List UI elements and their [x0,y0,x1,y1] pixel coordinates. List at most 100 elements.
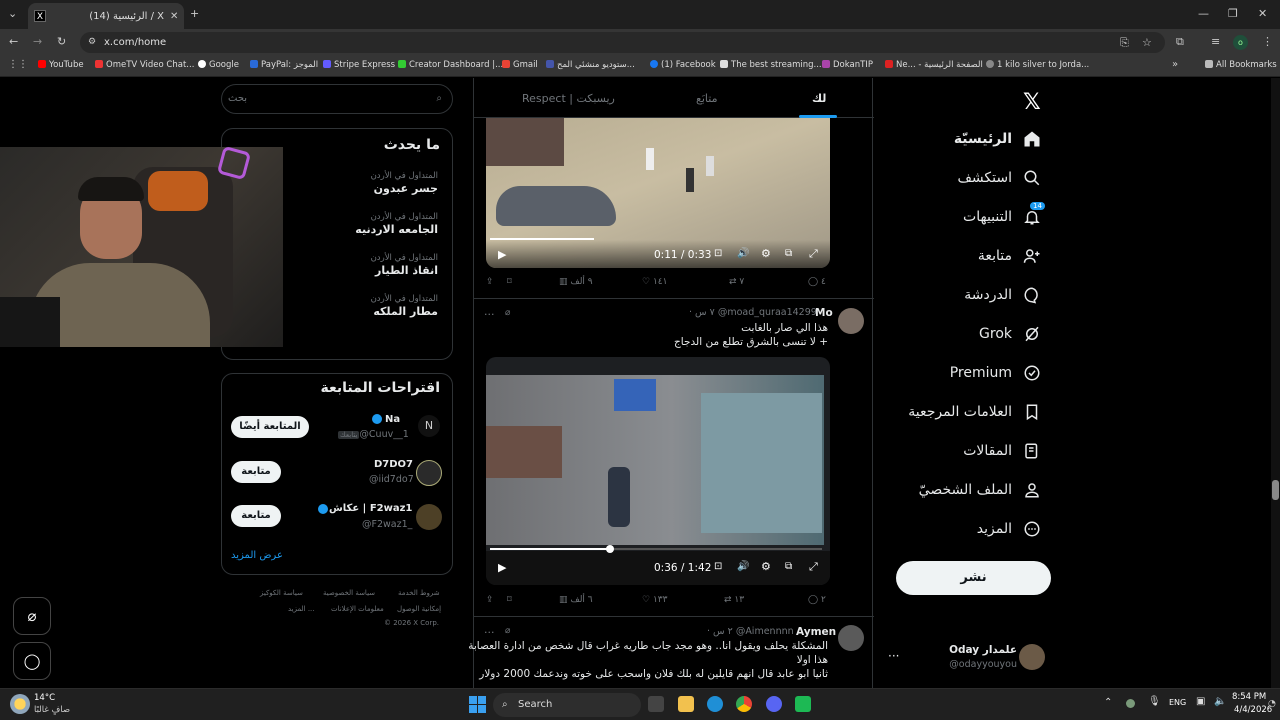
volume-icon[interactable]: 🔊 [737,561,749,572]
footer-link[interactable]: معلومات الإعلانات [331,605,384,613]
profile-avatar[interactable]: o [1233,35,1248,50]
account-menu-icon[interactable]: ··· [888,649,899,663]
bookmark-google[interactable]: Google [198,60,239,70]
more-bookmarks-icon[interactable]: » [1172,59,1178,70]
grok-icon[interactable]: ⌀ [505,308,510,318]
windows-start-icon[interactable] [469,696,486,713]
captions-icon[interactable]: ⊡ [714,248,722,259]
tab-list-icon[interactable]: ⌄ [8,7,17,20]
footer-link[interactable]: سياسة الخصوصية [323,589,375,597]
bookmark-star-icon[interactable]: ☆ [1142,32,1152,53]
all-bookmarks[interactable]: All Bookmarks [1205,60,1277,70]
tray-app-icon[interactable] [1126,699,1135,708]
follow-back-button[interactable]: المتابعة أيضًا [231,416,309,438]
nav-notifications[interactable]: 14 التنبيهات [963,202,1045,229]
tray-overflow-icon[interactable]: ⌃ [1104,697,1112,708]
wtf-name[interactable]: عكاش | F2waz1 [329,503,412,514]
apps-grid-icon[interactable]: ⋮⋮ [8,59,28,70]
avatar[interactable] [416,460,442,486]
grok-float-icon[interactable]: ⌀ [13,597,51,635]
reload-icon[interactable]: ↻ [57,35,66,48]
volume-icon[interactable]: 🔈 [1214,696,1226,707]
weather-icon[interactable] [10,694,30,714]
post-button[interactable]: نشر [896,561,1051,595]
bookmark-silver[interactable]: 1 kilo silver to Jorda... [986,60,1089,70]
wtf-name[interactable]: D7DO7 [374,459,413,470]
share-icon[interactable]: ⇪ [486,277,494,287]
video-progress[interactable] [490,548,610,550]
scrollbar[interactable] [1271,78,1280,688]
bookmark-news[interactable]: Ne... - الصفحة الرئيسية [885,60,983,70]
search-input[interactable]: بحث ⌕ [221,84,453,114]
nav-explore[interactable]: استكشف [957,166,1042,190]
minimize-icon[interactable]: — [1198,7,1209,20]
install-icon[interactable]: ⎘ [1120,32,1129,53]
notifications-icon[interactable]: ◔ [1268,699,1276,709]
footer-link[interactable]: إمكانية الوصول [397,605,441,613]
x-logo-icon[interactable]: 𝕏 [1023,90,1041,115]
bookmark-icon[interactable]: ⌑ [507,595,512,605]
tweet-author[interactable]: Aymen [796,626,836,638]
menu-icon[interactable]: ⋮ [1262,35,1273,48]
trend-item[interactable]: الجامعه الاردنيه [355,223,438,236]
play-icon[interactable]: ▶ [498,248,506,261]
captions-icon[interactable]: ⊡ [714,561,722,572]
bookmark-gmail[interactable]: Gmail [502,60,538,70]
tweet-author[interactable]: Mo [815,307,833,319]
clock-date[interactable]: 4/4/2026 [1234,705,1272,715]
bookmark-stripe[interactable]: Stripe Express [323,60,395,70]
close-tab-icon[interactable]: ✕ [170,11,184,22]
show-more-link[interactable]: عرض المزيد [231,550,283,561]
network-icon[interactable]: ▣ [1196,696,1205,707]
trend-item[interactable]: انقاذ الطيار [375,264,438,277]
browser-tab[interactable]: X (14) الرئيسية / X ✕ [28,3,184,29]
scrubber-handle[interactable] [606,545,614,553]
views-icon[interactable]: ▥ ٦ ألف [559,595,593,605]
bookmark-dokantip[interactable]: DokanTIP [822,60,873,70]
nav-home[interactable]: الرئيسيّة [954,127,1042,151]
tweet-menu-icon[interactable]: ··· [484,626,495,639]
url-input[interactable]: ⚙ x.com/home ⎘ ☆ [80,32,1165,53]
clock-time[interactable]: 8:54 PM [1232,692,1266,702]
tweet-menu-icon[interactable]: ··· [484,308,495,321]
language-indicator[interactable]: ENG [1169,698,1186,707]
nav-profile[interactable]: الملف الشخصيّ [919,478,1042,502]
account-switcher[interactable]: ··· Oday علمدار @odayyouyou [885,640,1045,674]
bookmark-youtube[interactable]: YouTube [38,60,84,70]
nav-follow[interactable]: متابعة [978,244,1042,268]
like-button[interactable]: ♡ ١٣٣ [642,595,667,605]
nav-bookmarks[interactable]: العلامات المرجعية [908,400,1042,424]
tab-following[interactable]: متابَع [696,92,717,105]
footer-link[interactable]: سياسة الكوكيز [260,589,303,597]
play-icon[interactable]: ▶ [498,561,506,574]
taskbar-search[interactable]: ⌕ Search [493,693,641,717]
footer-link[interactable]: شروط الخدمة [398,589,440,597]
settings-icon[interactable]: ⚙ [761,247,771,260]
bookmark-icon[interactable]: ⌑ [507,277,512,287]
like-button[interactable]: ♡ ١٤١ [642,277,667,287]
settings-icon[interactable]: ⚙ [761,560,771,573]
fullscreen-icon[interactable]: ⤢ [809,560,818,574]
nav-grok[interactable]: Grok [979,322,1042,346]
volume-icon[interactable]: 🔊 [737,248,749,259]
nav-articles[interactable]: المقالات [963,439,1042,463]
bookmark-creator[interactable]: Creator Dashboard |... [398,60,503,70]
follow-button[interactable]: متابعة [231,461,281,483]
media-icon[interactable]: ≡ [1211,35,1220,48]
grok-icon[interactable]: ⌀ [505,626,510,636]
bookmark-streaming[interactable]: The best streaming... [720,60,822,70]
close-window-icon[interactable]: ✕ [1258,7,1267,20]
app-icon[interactable] [795,696,811,712]
chrome-icon[interactable] [736,696,752,712]
edge-icon[interactable] [707,696,723,712]
repost-button[interactable]: ⇄ ٧ [729,277,744,287]
nav-chat[interactable]: الدردشة [964,283,1042,307]
extensions-icon[interactable]: ⧉ [1176,35,1184,49]
forward-icon[interactable]: → [33,35,42,48]
nav-premium[interactable]: Premium [950,361,1042,385]
wtf-name[interactable]: Na [385,414,400,425]
file-explorer-icon[interactable] [678,696,694,712]
reply-button[interactable]: ◯ ٤ [808,277,826,287]
avatar[interactable]: N [418,415,440,437]
video-progress[interactable] [490,238,594,240]
